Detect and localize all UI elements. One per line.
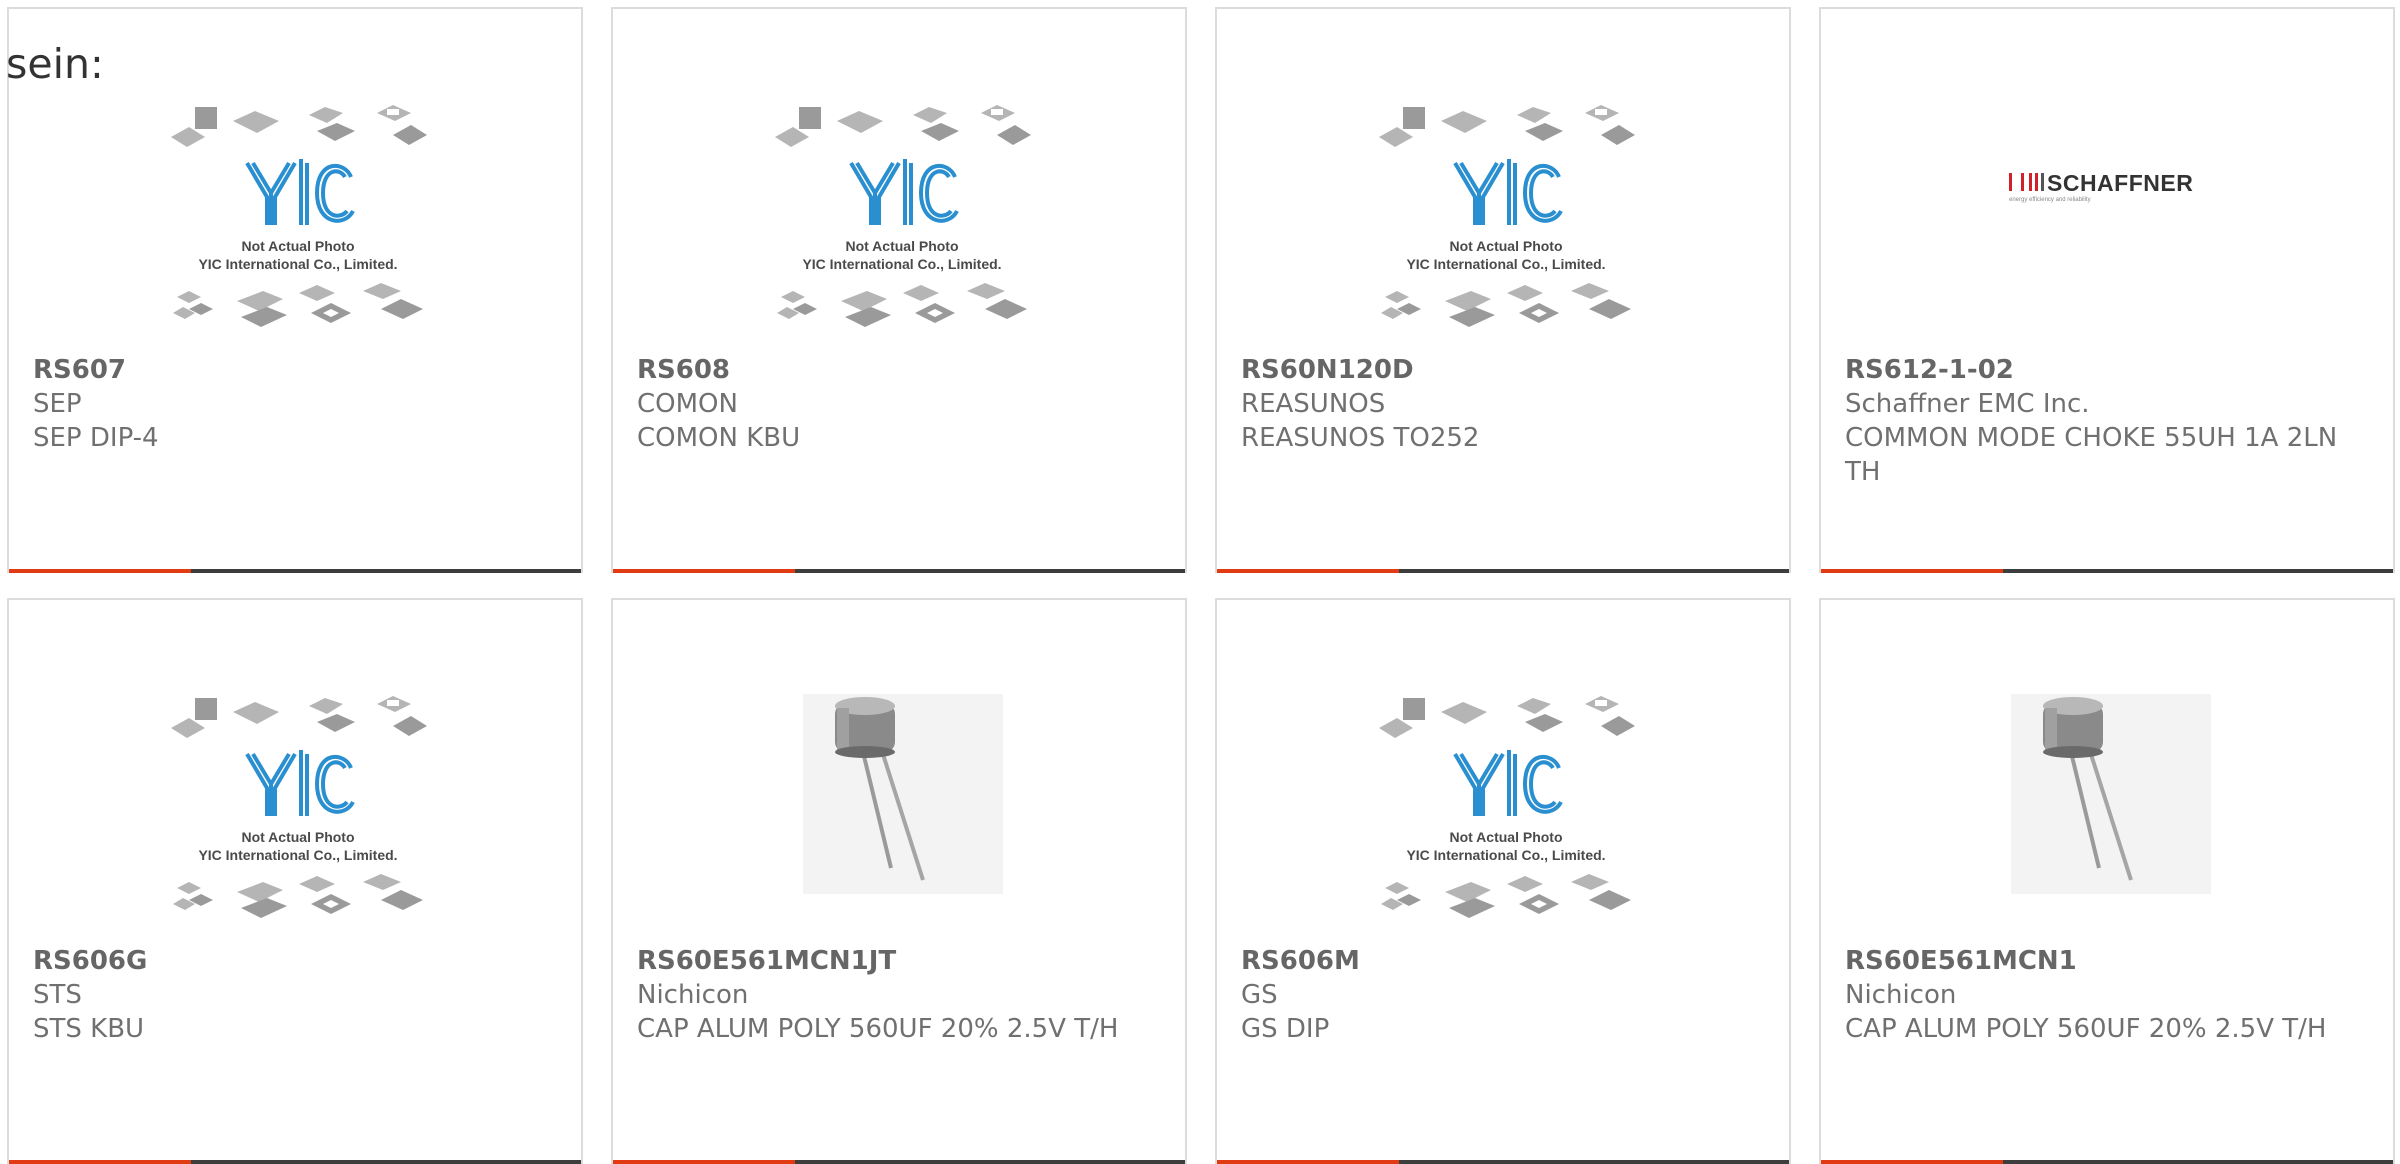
- card-bar-accent: [9, 569, 191, 573]
- placeholder-line1: Not Actual Photo: [845, 238, 958, 254]
- placeholder-line2: YIC International Co., Limited.: [802, 256, 1001, 272]
- placeholder-line1: Not Actual Photo: [241, 829, 354, 845]
- product-image[interactable]: Not Actual Photo YIC International Co., …: [167, 101, 429, 345]
- product-image[interactable]: SCHAFFNER energy efficiency and reliabil…: [1979, 101, 2241, 345]
- chip-cluster-bottom-icon: [1381, 283, 1631, 327]
- card-bar: [1217, 569, 1789, 573]
- placeholder-line2: YIC International Co., Limited.: [198, 256, 397, 272]
- yic-logo-icon: [245, 159, 355, 225]
- chip-cluster-top-icon: [171, 696, 427, 738]
- part-number[interactable]: RS60E561MCN1JT: [637, 944, 896, 978]
- yic-logo-icon: [1453, 159, 1563, 225]
- description: REASUNOS TO252: [1241, 423, 1480, 453]
- chip-cluster-top-icon: [1379, 696, 1635, 738]
- yic-logo-icon: [849, 159, 959, 225]
- manufacturer: GS: [1241, 980, 1278, 1010]
- part-number[interactable]: RS606G: [33, 944, 147, 978]
- product-image[interactable]: [771, 692, 1033, 936]
- part-number[interactable]: RS60E561MCN1: [1845, 944, 2077, 978]
- manufacturer: Nichicon: [1845, 980, 1957, 1010]
- description: SEP DIP-4: [33, 423, 159, 453]
- manufacturer: Nichicon: [637, 980, 749, 1010]
- svg-text:energy efficiency and reliabil: energy efficiency and reliability: [2009, 197, 2091, 203]
- product-card[interactable]: SCHAFFNER energy efficiency and reliabil…: [1819, 7, 2395, 573]
- description: GS DIP: [1241, 1014, 1330, 1044]
- svg-text:SCHAFFNER: SCHAFFNER: [2047, 170, 2193, 196]
- part-number[interactable]: RS608: [637, 353, 730, 387]
- placeholder-line1: Not Actual Photo: [241, 238, 354, 254]
- product-image[interactable]: Not Actual Photo YIC International Co., …: [771, 101, 1033, 345]
- placeholder-line1: Not Actual Photo: [1449, 238, 1562, 254]
- manufacturer: STS: [33, 980, 82, 1010]
- product-card[interactable]: Not Actual Photo YIC International Co., …: [1215, 598, 1791, 1164]
- chip-cluster-top-icon: [1379, 105, 1635, 147]
- part-number[interactable]: RS60N120D: [1241, 353, 1414, 387]
- yic-logo-icon: [245, 750, 355, 816]
- product-card[interactable]: Not Actual Photo YIC International Co., …: [611, 7, 1187, 573]
- product-card[interactable]: Not Actual Photo YIC International Co., …: [1215, 7, 1791, 573]
- description: COMON KBU: [637, 423, 801, 453]
- part-number[interactable]: RS612-1-02: [1845, 353, 2014, 387]
- product-image[interactable]: Not Actual Photo YIC International Co., …: [167, 692, 429, 936]
- card-bar-accent: [1821, 569, 2003, 573]
- description: CAP ALUM POLY 560UF 20% 2.5V T/H: [637, 1014, 1119, 1044]
- product-card[interactable]: Not Actual Photo YIC International Co., …: [7, 7, 583, 573]
- part-number[interactable]: RS606M: [1241, 944, 1360, 978]
- schaffner-logo-icon: SCHAFFNER energy efficiency and reliabil…: [2009, 170, 2193, 203]
- manufacturer: Schaffner EMC Inc.: [1845, 389, 2090, 419]
- product-image[interactable]: Not Actual Photo YIC International Co., …: [1375, 101, 1637, 345]
- product-image[interactable]: [1979, 692, 2241, 936]
- chip-cluster-bottom-icon: [173, 283, 423, 327]
- placeholder-line2: YIC International Co., Limited.: [198, 847, 397, 863]
- manufacturer: SEP: [33, 389, 82, 419]
- manufacturer: COMON: [637, 389, 738, 419]
- description: CAP ALUM POLY 560UF 20% 2.5V T/H: [1845, 1014, 2327, 1044]
- chip-cluster-bottom-icon: [777, 283, 1027, 327]
- chip-cluster-top-icon: [171, 105, 427, 147]
- product-card[interactable]: RS60E561MCN1JT Nichicon CAP ALUM POLY 56…: [611, 598, 1187, 1164]
- card-bar: [613, 569, 1185, 573]
- chip-cluster-bottom-icon: [173, 874, 423, 918]
- chip-cluster-top-icon: [775, 105, 1031, 147]
- placeholder-line1: Not Actual Photo: [1449, 829, 1562, 845]
- product-card[interactable]: RS60E561MCN1 Nichicon CAP ALUM POLY 560U…: [1819, 598, 2395, 1164]
- card-bar: [1821, 569, 2393, 573]
- placeholder-line2: YIC International Co., Limited.: [1406, 256, 1605, 272]
- card-bar-accent: [1217, 569, 1399, 573]
- product-image[interactable]: Not Actual Photo YIC International Co., …: [1375, 692, 1637, 936]
- description: COMMON MODE CHOKE 55UH 1A 2LN TH: [1845, 423, 2338, 487]
- placeholder-line2: YIC International Co., Limited.: [1406, 847, 1605, 863]
- manufacturer: REASUNOS: [1241, 389, 1386, 419]
- chip-cluster-bottom-icon: [1381, 874, 1631, 918]
- description: STS KBU: [33, 1014, 145, 1044]
- product-card[interactable]: Not Actual Photo YIC International Co., …: [7, 598, 583, 1164]
- yic-logo-icon: [1453, 750, 1563, 816]
- intro-text: sein:: [6, 40, 104, 88]
- card-bar: [9, 569, 581, 573]
- card-bar-accent: [613, 569, 795, 573]
- part-number[interactable]: RS607: [33, 353, 126, 387]
